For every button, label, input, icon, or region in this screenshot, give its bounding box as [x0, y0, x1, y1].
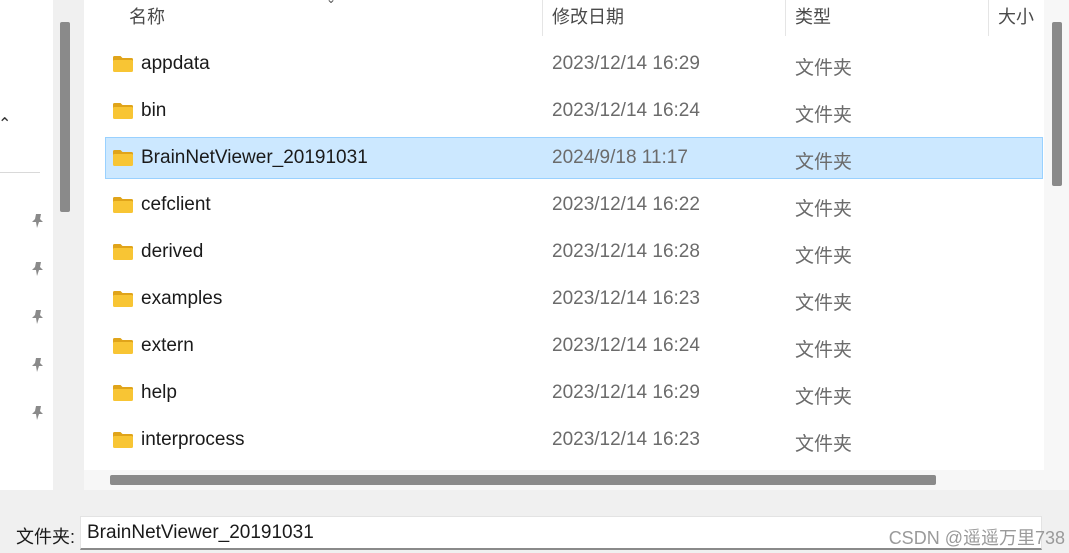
column-header-row: ⌄ 名称 修改日期 类型 大小 — [84, 0, 1044, 36]
file-name: examples — [141, 288, 223, 309]
file-row[interactable]: BrainNetViewer_20191031 2024/9/18 11:17 … — [105, 137, 1043, 179]
folder-icon — [112, 384, 134, 402]
file-name: BrainNetViewer_20191031 — [141, 147, 368, 168]
folder-icon — [112, 431, 134, 449]
file-date-modified: 2024/9/18 11:17 — [552, 147, 688, 168]
nav-scrollbar-thumb[interactable] — [60, 22, 70, 212]
file-type: 文件夹 — [795, 199, 853, 220]
file-date-modified: 2023/12/14 16:23 — [552, 288, 700, 309]
file-date-modified: 2023/12/14 16:22 — [552, 194, 700, 215]
file-type: 文件夹 — [795, 434, 853, 455]
file-type: 文件夹 — [795, 152, 853, 173]
pin-icon[interactable] — [30, 261, 46, 277]
column-header-date[interactable]: 修改日期 — [552, 6, 624, 34]
folder-icon — [112, 243, 134, 261]
folder-icon — [112, 290, 134, 308]
file-date-modified: 2023/12/14 16:29 — [552, 382, 700, 403]
pin-icon[interactable] — [30, 309, 46, 325]
horizontal-scrollbar-thumb[interactable] — [110, 475, 936, 485]
folder-icon — [112, 337, 134, 355]
file-row[interactable]: cefclient 2023/12/14 16:22 文件夹 — [105, 184, 1043, 226]
file-date-modified: 2023/12/14 16:24 — [552, 100, 700, 121]
folder-icon — [112, 55, 134, 73]
file-row[interactable]: help 2023/12/14 16:29 文件夹 — [105, 372, 1043, 414]
file-list: ⌄ 名称 修改日期 类型 大小 appdata 2023/12/14 16:29… — [84, 0, 1044, 490]
file-date-modified: 2023/12/14 16:23 — [552, 429, 700, 450]
column-header-type[interactable]: 类型 — [795, 6, 831, 34]
file-row[interactable]: appdata 2023/12/14 16:29 文件夹 — [105, 43, 1043, 85]
file-name: appdata — [141, 53, 210, 74]
file-date-modified: 2023/12/14 16:24 — [552, 335, 700, 356]
file-date-modified: 2023/12/14 16:28 — [552, 241, 700, 262]
folder-label: 文件夹: — [16, 527, 76, 547]
column-header-name[interactable]: 名称 — [129, 6, 165, 34]
collapse-caret-icon[interactable]: ⌃ — [0, 114, 11, 134]
column-separator[interactable] — [542, 0, 543, 36]
file-date-modified: 2023/12/14 16:29 — [552, 53, 700, 74]
nav-divider — [0, 172, 40, 173]
file-name: extern — [141, 335, 194, 356]
navigation-pane: ⌃ — [0, 0, 53, 490]
column-header-size[interactable]: 大小 — [998, 6, 1034, 34]
file-name: derived — [141, 241, 204, 262]
sort-caret-icon: ⌄ — [326, 0, 336, 6]
file-type: 文件夹 — [795, 340, 853, 361]
watermark: CSDN @遥遥万里738 — [888, 528, 1065, 548]
folder-icon — [112, 149, 134, 167]
file-row[interactable]: interprocess 2023/12/14 16:23 文件夹 — [105, 419, 1043, 461]
file-type: 文件夹 — [795, 387, 853, 408]
file-type: 文件夹 — [795, 105, 853, 126]
file-name: cefclient — [141, 194, 211, 215]
file-row[interactable]: extern 2023/12/14 16:24 文件夹 — [105, 325, 1043, 367]
pin-icon[interactable] — [30, 357, 46, 373]
file-type: 文件夹 — [795, 58, 853, 79]
file-row[interactable]: derived 2023/12/14 16:28 文件夹 — [105, 231, 1043, 273]
file-name: bin — [141, 100, 167, 121]
vertical-scrollbar-thumb[interactable] — [1052, 22, 1062, 186]
pin-icon[interactable] — [30, 213, 46, 229]
pin-icon[interactable] — [30, 405, 46, 421]
column-separator[interactable] — [785, 0, 786, 36]
file-name: help — [141, 382, 177, 403]
file-row[interactable]: bin 2023/12/14 16:24 文件夹 — [105, 90, 1043, 132]
file-type: 文件夹 — [795, 293, 853, 314]
file-row[interactable]: examples 2023/12/14 16:23 文件夹 — [105, 278, 1043, 320]
folder-icon — [112, 102, 134, 120]
file-name: interprocess — [141, 429, 245, 450]
folder-icon — [112, 196, 134, 214]
file-type: 文件夹 — [795, 246, 853, 267]
column-separator[interactable] — [988, 0, 989, 36]
